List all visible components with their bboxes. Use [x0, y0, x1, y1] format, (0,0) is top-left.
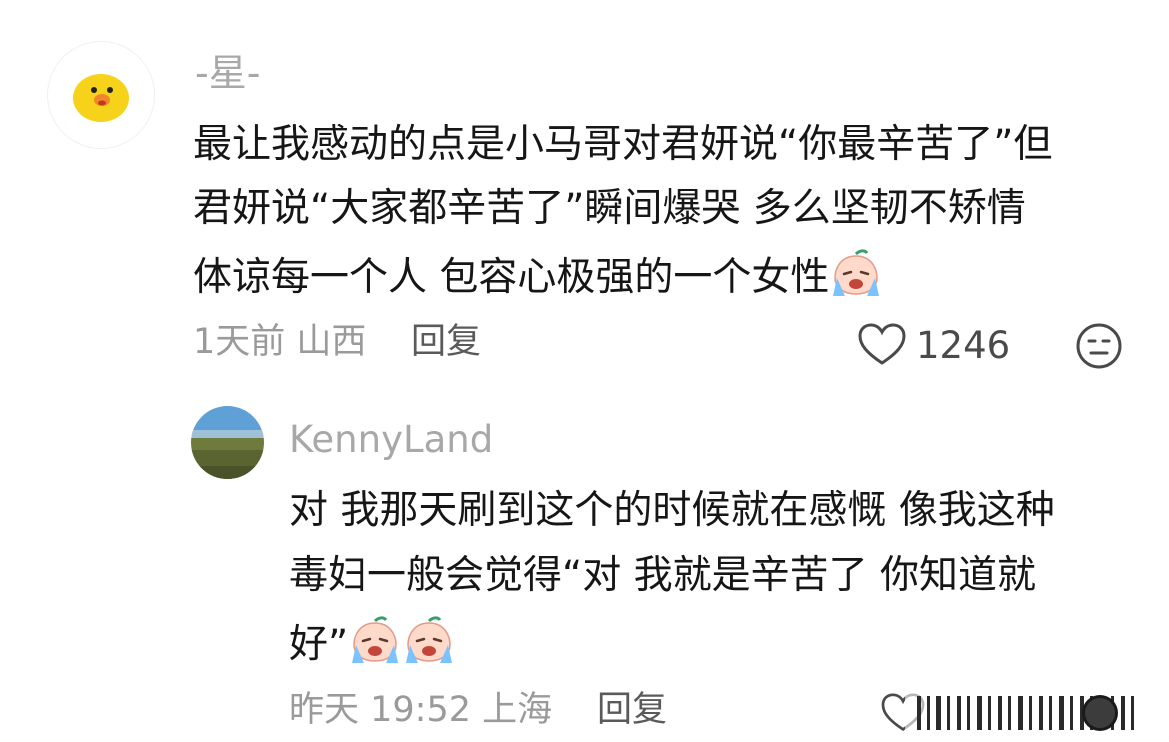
- crying-peach-emoji-icon: [348, 615, 402, 678]
- reply-meta: 昨天 19:52 上海: [289, 690, 553, 730]
- comment-text-line: 体谅每一个人 包容心极强的一个女性: [193, 248, 883, 311]
- avatar[interactable]: [191, 406, 264, 479]
- crying-peach-emoji-icon: [402, 615, 456, 678]
- cartoon-duck-icon: [73, 74, 129, 122]
- reply-text-line: 毒妇一般会觉得“对 我就是辛苦了 你知道就: [289, 553, 1036, 598]
- comment-meta: 1天前 山西: [193, 322, 367, 362]
- comment-text: 体谅每一个人 包容心极强的一个女性: [193, 255, 830, 300]
- reply-text: 好”: [289, 622, 349, 667]
- reply-text-line: 好”: [289, 615, 456, 678]
- crying-peach-emoji-icon: [829, 248, 883, 311]
- avatar[interactable]: [47, 41, 155, 149]
- reply-text-line: 对 我那天刷到这个的时候就在感慨 像我这种: [289, 488, 1055, 533]
- like-count: 1246: [916, 324, 1011, 367]
- watermark-barcode: [905, 688, 1155, 742]
- reply-button[interactable]: 回复: [597, 688, 667, 732]
- emoji-reaction-icon[interactable]: [1075, 322, 1123, 374]
- reply-username[interactable]: KennyLand: [289, 417, 493, 463]
- landscape-photo-icon: [191, 406, 264, 479]
- comment-text-line: 君妍说“大家都辛苦了”瞬间爆哭 多么坚韧不矫情: [193, 186, 1026, 231]
- reply-button[interactable]: 回复: [411, 320, 481, 364]
- comment-username[interactable]: -星-: [195, 50, 260, 96]
- heart-icon[interactable]: [857, 323, 907, 371]
- comment-text-line: 最让我感动的点是小马哥对君妍说“你最辛苦了”但: [193, 122, 1053, 167]
